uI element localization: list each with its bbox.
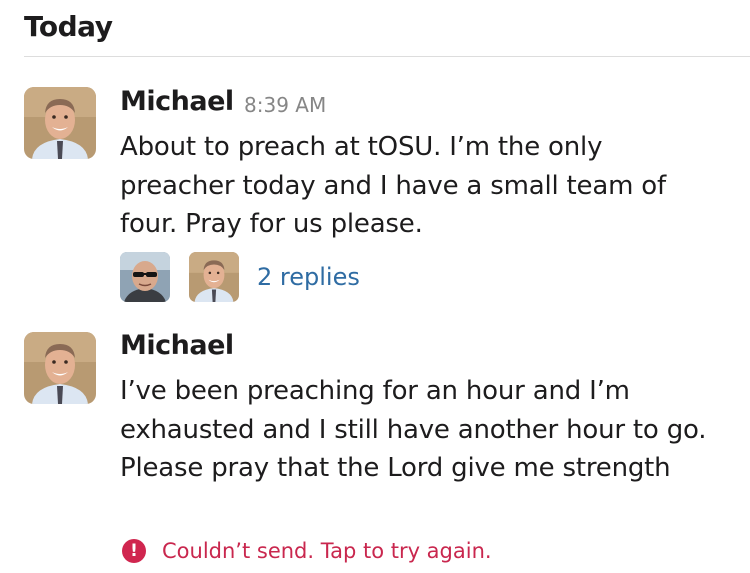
michael-avatar[interactable] [24,332,96,404]
michael-avatar[interactable] [24,87,96,159]
message-timestamp[interactable]: 8:39 AM [244,93,326,117]
day-header: Today [24,10,113,43]
day-divider [24,56,750,57]
send-error-label[interactable]: Couldn’t send. Tap to try again. [162,539,492,563]
send-error-retry[interactable]: ! Couldn’t send. Tap to try again. [120,536,492,566]
replies-link[interactable]: 2 replies [257,263,360,291]
exclamation-icon: ! [122,539,146,563]
message-author[interactable]: Michael [120,330,234,361]
message-text: I’ve been preaching for an hour and I’m … [120,376,707,483]
message-text: About to preach at tOSU. I’m the only pr… [120,132,666,239]
michael-avatar [189,252,239,302]
message-author[interactable]: Michael [120,86,234,117]
sunglasses-user-avatar [120,252,170,302]
